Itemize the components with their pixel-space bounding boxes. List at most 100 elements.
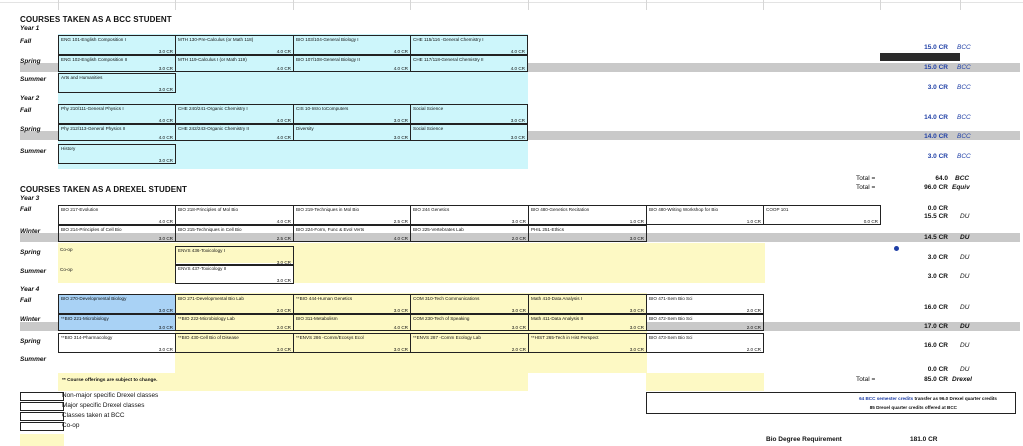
course-cell: **ENVS 286 -Comm/Ecosys Ecol 3.0 CR (293, 333, 411, 353)
course-cell: COM 230-Tech of Speaking 3.0 CR (410, 314, 529, 331)
term-tag: DU (960, 304, 970, 311)
drexel-total-label: Total = (856, 376, 876, 383)
course-cell: Phy 210/111-General Physics I 4.0 CR (58, 104, 176, 124)
legend-swatch-coop (20, 422, 64, 431)
term-spring: Spring (20, 58, 41, 65)
course-cell: **BIO 221-Microbiology 3.0 CR (58, 314, 176, 331)
term-tag: DU (960, 323, 970, 330)
course-cell: **HIST 265-Tech in Hist Perspect 3.0 CR (528, 333, 647, 353)
course-cell: BIO 270-Developmental Biology 3.0 CR (58, 294, 176, 314)
term-fall: Fall (20, 107, 32, 114)
legend-swatch-nonmajor (20, 392, 64, 401)
course-cell: BIO 103/104-General Biology I 4.0 CR (293, 35, 411, 55)
course-cell: MTH 130-Pre-Calculus (or Math 118) 4.0 CR (175, 35, 294, 55)
term-summer: Summer (20, 268, 47, 275)
course-cell: BIO 225-Vertebrates Lab 2.0 CR (410, 225, 529, 242)
degree-requirement-label: Bio Degree Requirement (766, 436, 842, 443)
term-tag: BCC (957, 64, 971, 71)
course-cell: BIO 480-Writing Workshop for Bio 1.0 CR (646, 205, 764, 225)
bcc-section-title: COURSES TAKEN AS A BCC STUDENT (20, 15, 172, 24)
term-tag: BCC (957, 44, 971, 51)
term-tag: DU (960, 254, 970, 261)
course-cell: Phy 212/113-General Physics II 4.0 CR (58, 124, 176, 141)
yellow-fill (646, 373, 764, 391)
course-cell: BIO 215-Techniques in Cell Bio 2.5 CR (175, 225, 294, 242)
term-fall: Fall (20, 206, 32, 213)
course-cell: BIO 472-Sem Bio Sci 2.0 CR (646, 314, 764, 331)
course-cell: CHE 115/116 -General Chemistry I 4.0 CR (410, 35, 528, 55)
bcc-total-label: Total = (856, 175, 876, 182)
course-cell: BIO 471-Sem Bio Sci 2.0 CR (646, 294, 764, 314)
equiv-total-tag: Equiv (952, 184, 970, 191)
term-credit-total: 14.0 CR (924, 114, 948, 121)
term-credit-total: 15.0 CR (924, 44, 948, 51)
course-cell: ENG 101-English Composition I 3.0 CR (58, 35, 176, 55)
grid-tick (763, 0, 764, 10)
coop-cell: Co-op (60, 267, 73, 272)
term-credit-total: 14.5 CR (924, 234, 948, 241)
term-credit-total: 16.0 CR (924, 342, 948, 349)
course-offerings-note: ** Course offerings are subject to chang… (62, 378, 158, 383)
term-tag: BCC (957, 153, 971, 160)
course-cell: BIO 214-Principles of Cell Bio 3.0 CR (58, 225, 176, 242)
legend-label: Classes taken at BCC (62, 412, 125, 419)
equiv-total-value: 96.0 CR (924, 184, 948, 191)
course-cell: History 3.0 CR (58, 144, 176, 164)
term-credit-total: 15.0 CR (924, 64, 948, 71)
bcc-total-value: 64.0 (935, 175, 948, 182)
sheet-top-rule (0, 2, 1023, 3)
degree-requirement-value: 181.0 CR (910, 436, 938, 443)
year-1-label: Year 1 (20, 25, 40, 32)
course-cell: **BIO 314-Pharmacology 3.0 CR (58, 333, 176, 353)
legend-label: Non-major specific Drexel classes (62, 392, 159, 399)
term-credit-total: 3.0 CR (927, 153, 948, 160)
term-winter: Winter (20, 228, 41, 235)
course-cell: Social Science 3.0 CR (410, 104, 528, 124)
term-tag: DU (960, 366, 970, 373)
term-fall: Fall (20, 38, 32, 45)
course-cell: ENVS 437-Toxicology II 3.0 CR (175, 264, 294, 284)
course-cell: BIO 217-Evolution 4.0 CR (58, 205, 176, 225)
marker-dot (894, 246, 899, 251)
course-cell: **ENVS 287 -Comm Ecology Lab 2.0 CR (410, 333, 529, 353)
grid-tick (58, 0, 59, 10)
course-cell: **BIO 222-Microbiology Lab 2.0 CR (175, 314, 294, 331)
legend-label: Co-op (62, 422, 80, 429)
transfer-bcc-credits: 64 BCC semester credits (859, 396, 914, 401)
term-summer: Summer (20, 148, 47, 155)
term-tag: DU (960, 234, 970, 241)
course-cell: Math 411-Data Analysis II 3.0 CR (528, 314, 647, 331)
course-cell: ENVS 436-Toxicology I 3.0 CR (175, 246, 294, 266)
transfer-info-box: 64 BCC semester credits transfer as 96.0… (646, 392, 1016, 414)
coop-cell: Co-op (60, 247, 73, 252)
course-cell: **BIO 444-Human Genetics 3.0 CR (293, 294, 411, 314)
course-cell: BIO 224-Form, Func & Evol Verts 4.0 CR (293, 225, 411, 242)
course-cell: BIO 219-Techniques in Mol Bio 2.5 CR (293, 205, 411, 225)
term-credit-total: 17.0 CR (924, 323, 948, 330)
term-tag: BCC (957, 133, 971, 140)
course-cell: BIO 480-Genetics Recitation 1.0 CR (528, 205, 647, 225)
term-spring: Spring (20, 338, 41, 345)
term-credit-total: 0.0 CR (927, 205, 948, 212)
transfer-drexel-credits: 85 Drexel quarter credits offered at BCC (869, 405, 957, 410)
course-cell: BIO 244 Genetics 3.0 CR (410, 205, 529, 225)
legend-swatch-major (20, 402, 64, 411)
term-tag: BCC (957, 114, 971, 121)
year-2-label: Year 2 (20, 95, 40, 102)
legend-swatch-bcc (20, 412, 64, 421)
course-cell: PHIL 251-Ethics 3.0 CR (528, 225, 647, 242)
term-tag: DU (960, 342, 970, 349)
course-cell: CHE 117/118-General Chemistry II 4.0 CR (410, 55, 528, 72)
term-credit-total: 0.0 CR (927, 366, 948, 373)
term-credit-total: 16.0 CR (924, 304, 948, 311)
term-summer: Summer (20, 76, 47, 83)
course-cell: Diversity 3.0 CR (293, 124, 411, 141)
grid-tick (410, 0, 411, 10)
course-cell: COOP 101 0.0 CR (763, 205, 881, 225)
course-cell: Arts and Humanities 3.0 CR (58, 73, 176, 93)
grid-tick (960, 0, 961, 10)
term-credit-total: 3.0 CR (927, 84, 948, 91)
term-summer: Summer (20, 356, 47, 363)
year-4-label: Year 4 (20, 286, 40, 293)
grid-tick (175, 0, 176, 10)
